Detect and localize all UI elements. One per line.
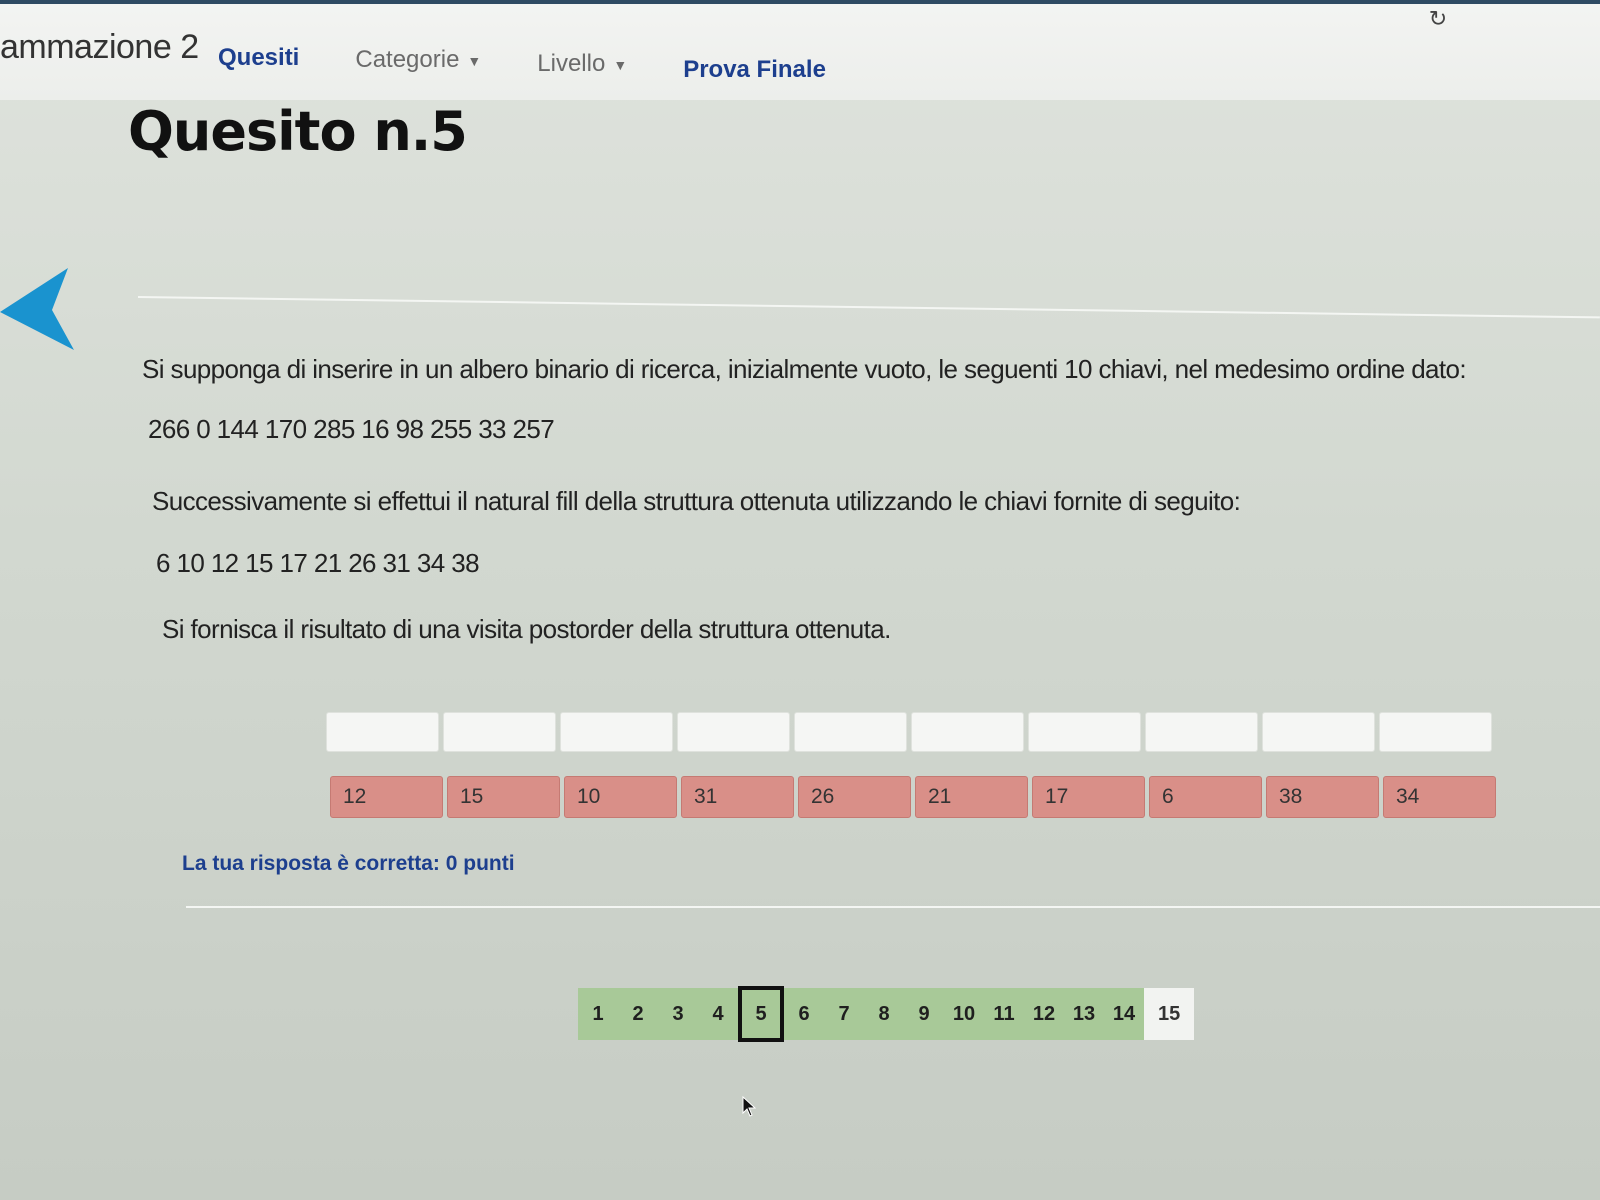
answer-slot[interactable] xyxy=(443,712,556,752)
divider-top xyxy=(137,296,1600,319)
key-tile[interactable]: 26 xyxy=(798,776,911,818)
caret-down-icon: ▼ xyxy=(467,52,482,69)
nav-livello-dropdown[interactable]: Livello ▼ xyxy=(537,50,627,84)
back-arrow-icon[interactable] xyxy=(0,266,78,352)
page-link[interactable]: 1 xyxy=(578,988,618,1040)
page-link-current[interactable]: 5 xyxy=(738,986,784,1042)
page-link[interactable]: 13 xyxy=(1064,988,1104,1040)
answer-drop-slots xyxy=(326,712,1492,752)
initial-keys: 266 0 144 170 285 16 98 255 33 257 xyxy=(148,414,555,444)
reload-icon[interactable]: ↻ xyxy=(1420,4,1456,34)
key-tile[interactable]: 31 xyxy=(681,776,794,818)
page-link[interactable]: 4 xyxy=(698,988,738,1040)
page-link[interactable]: 8 xyxy=(864,988,904,1040)
page-link[interactable]: 12 xyxy=(1024,988,1064,1040)
result-message: La tua risposta è corretta: 0 punti xyxy=(182,852,515,875)
fill-instructions: Successivamente si effettui il natural f… xyxy=(152,486,1241,516)
divider-bottom xyxy=(186,906,1600,908)
answer-slot[interactable] xyxy=(560,712,673,752)
answer-slot[interactable] xyxy=(1262,712,1375,752)
nav-quesiti-label: Quesiti xyxy=(218,44,300,71)
page-link[interactable]: 6 xyxy=(784,988,824,1040)
page-link[interactable]: 7 xyxy=(824,988,864,1040)
key-tile[interactable]: 10 xyxy=(564,776,677,818)
nav-livello-label: Livello xyxy=(537,50,606,77)
key-tile[interactable]: 38 xyxy=(1266,776,1379,818)
page-link[interactable]: 2 xyxy=(618,988,658,1040)
answer-slot[interactable] xyxy=(677,712,790,752)
nav-categorie-dropdown[interactable]: Categorie ▼ xyxy=(355,46,481,84)
nav-categorie-label: Categorie xyxy=(355,46,460,73)
question-pagination: 1 2 3 4 5 6 7 8 9 10 11 12 13 14 15 xyxy=(578,986,1195,1042)
page-link[interactable]: 3 xyxy=(658,988,698,1040)
answer-slot[interactable] xyxy=(911,712,1024,752)
page-link[interactable]: 14 xyxy=(1104,988,1144,1040)
mouse-cursor-icon xyxy=(742,1096,756,1117)
page-title: Quesito n.5 xyxy=(128,100,468,163)
question-intro: Si supponga di inserire in un albero bin… xyxy=(142,354,1467,384)
fill-keys: 6 10 12 15 17 21 26 31 34 38 xyxy=(156,548,480,578)
nav-prova-finale-label: Prova Finale xyxy=(683,56,826,83)
answer-slot[interactable] xyxy=(1028,712,1141,752)
page-link[interactable]: 11 xyxy=(984,988,1024,1040)
page-link[interactable]: 15 xyxy=(1144,988,1195,1040)
key-tile[interactable]: 34 xyxy=(1383,776,1496,818)
key-tile[interactable]: 15 xyxy=(447,776,560,818)
key-tile[interactable]: 17 xyxy=(1032,776,1145,818)
key-tile[interactable]: 12 xyxy=(330,776,443,818)
key-tile[interactable]: 21 xyxy=(915,776,1028,818)
main-nav: Quesiti Categorie ▼ Livello ▼ Prova Finale xyxy=(218,44,882,84)
nav-prova-finale[interactable]: Prova Finale xyxy=(683,56,826,84)
page-link[interactable]: 9 xyxy=(904,988,944,1040)
page-link[interactable]: 10 xyxy=(944,988,984,1040)
brand-title[interactable]: ammazione 2 xyxy=(0,28,199,67)
caret-down-icon: ▼ xyxy=(613,56,628,73)
top-navbar: ↻ ammazione 2 Quesiti Categorie ▼ Livello… xyxy=(0,0,1600,100)
answer-slot[interactable] xyxy=(1145,712,1258,752)
answer-slot[interactable] xyxy=(1379,712,1492,752)
answer-slot[interactable] xyxy=(326,712,439,752)
draggable-keys: 12 15 10 31 26 21 17 6 38 34 xyxy=(330,776,1496,818)
key-tile[interactable]: 6 xyxy=(1149,776,1262,818)
nav-quesiti[interactable]: Quesiti xyxy=(218,44,299,84)
answer-slot[interactable] xyxy=(794,712,907,752)
question-request: Si fornisca il risultato di una visita p… xyxy=(162,614,891,644)
